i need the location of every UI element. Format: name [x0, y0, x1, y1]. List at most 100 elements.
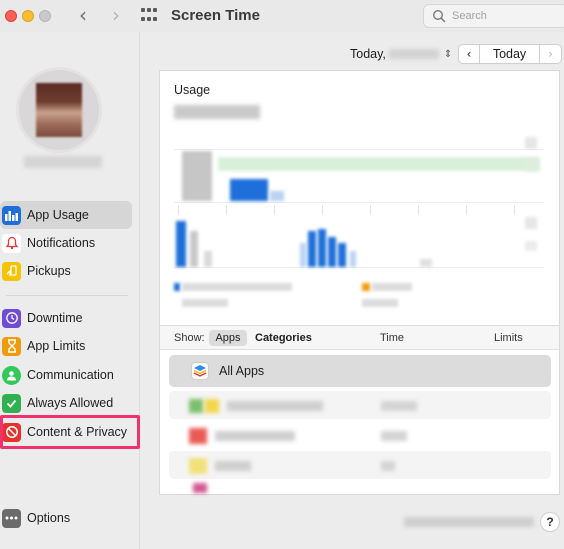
bar-chart-icon	[2, 205, 21, 225]
checkmark-shield-icon	[2, 393, 21, 413]
help-button[interactable]: ?	[540, 512, 560, 532]
zoom-window-button[interactable]	[39, 10, 51, 22]
all-apps-row[interactable]: All Apps	[169, 355, 551, 387]
legend-value-redacted	[182, 299, 228, 307]
search-icon	[432, 9, 446, 23]
user-name-redacted	[24, 156, 102, 168]
legend-value-redacted	[362, 299, 398, 307]
sidebar-item-always-allowed[interactable]: Always Allowed	[0, 389, 132, 417]
sidebar-item-options[interactable]: Options	[0, 504, 132, 532]
app-name-redacted	[215, 461, 251, 471]
sidebar-item-downtime[interactable]: Downtime	[0, 304, 132, 332]
hourly-bar	[300, 243, 306, 267]
app-name-redacted	[227, 401, 323, 411]
sidebar-item-label: Pickups	[27, 264, 71, 278]
app-row[interactable]	[169, 391, 551, 419]
hourly-bar	[190, 231, 198, 267]
show-all-grid-icon[interactable]	[141, 8, 159, 24]
app-icon	[189, 428, 207, 444]
hourly-bar	[176, 221, 186, 267]
sidebar-item-app-limits[interactable]: App Limits	[0, 332, 132, 360]
hourly-bar	[328, 237, 336, 267]
search-input[interactable]	[452, 8, 562, 24]
app-time-redacted	[381, 461, 395, 471]
sidebar-item-app-usage[interactable]: App Usage	[0, 201, 132, 229]
back-button[interactable]: ‹	[72, 5, 94, 27]
sidebar-item-label: Always Allowed	[27, 396, 114, 410]
chart-label-redacted	[525, 159, 537, 171]
chart-gridline	[174, 149, 544, 150]
chart-tick	[322, 205, 323, 215]
chart-tick	[514, 205, 515, 215]
chart-gridline	[174, 267, 544, 268]
chart-gridline	[174, 202, 544, 203]
avatar-photo	[36, 83, 82, 137]
sidebar-item-pickups[interactable]: Pickups	[0, 257, 132, 285]
chart-tick	[178, 205, 179, 215]
time-column-header[interactable]: Time	[380, 332, 404, 344]
previous-day-button[interactable]: ‹	[459, 45, 480, 63]
today-button[interactable]: Today	[480, 45, 540, 63]
daily-average-bar	[218, 157, 540, 171]
chart-tick	[274, 205, 275, 215]
legend-swatch	[362, 283, 370, 291]
tab-apps[interactable]: Apps	[209, 330, 247, 346]
app-name-redacted	[215, 431, 295, 441]
sidebar-item-notifications[interactable]: Notifications	[0, 229, 132, 257]
usage-bar	[230, 179, 268, 201]
sidebar-item-label: Communication	[27, 368, 114, 382]
chart-tick	[226, 205, 227, 215]
app-icon	[193, 483, 207, 493]
app-time-redacted	[381, 431, 407, 441]
title-bar: ‹ › Screen Time	[0, 0, 564, 32]
ellipsis-icon	[2, 508, 21, 528]
avatar[interactable]	[16, 67, 102, 153]
app-icon	[205, 399, 219, 413]
close-window-button[interactable]	[5, 10, 17, 22]
legend-label-redacted	[182, 283, 292, 291]
app-row[interactable]	[169, 421, 551, 449]
window-title: Screen Time	[171, 7, 260, 24]
show-label: Show:	[174, 332, 205, 344]
hourly-bar	[350, 251, 356, 267]
sidebar-item-label: Downtime	[27, 311, 83, 325]
usage-bar	[270, 191, 284, 201]
chart-tick	[370, 205, 371, 215]
person-bubble-icon	[2, 365, 21, 385]
stepper-icon[interactable]: ⇕	[444, 49, 452, 60]
sidebar-item-label: Options	[27, 511, 71, 525]
app-stack-icon	[191, 362, 209, 380]
list-header: Show: Apps Categories Time Limits	[160, 326, 559, 350]
forward-button[interactable]: ›	[105, 5, 127, 27]
sidebar-item-communication[interactable]: Communication	[0, 361, 132, 389]
search-field[interactable]	[423, 4, 564, 28]
pickups-icon	[2, 261, 21, 281]
hourly-bar	[420, 259, 432, 267]
app-row[interactable]	[169, 479, 551, 495]
date-selector[interactable]: Today, ⇕	[350, 44, 452, 64]
all-apps-label: All Apps	[219, 364, 265, 378]
sidebar-item-label: App Limits	[27, 339, 86, 353]
legend-swatch	[174, 283, 180, 291]
chart-tick	[466, 205, 467, 215]
last-updated-redacted	[404, 517, 534, 527]
limits-column-header[interactable]: Limits	[494, 332, 523, 344]
usage-bar	[182, 151, 212, 201]
hourly-bar	[338, 243, 346, 267]
sidebar-divider	[6, 295, 128, 296]
hourly-bar	[204, 251, 212, 267]
chart-label-redacted	[525, 241, 537, 251]
minimize-window-button[interactable]	[22, 10, 34, 22]
app-icon	[189, 458, 207, 474]
hourly-bar	[308, 231, 316, 267]
hourglass-icon	[2, 336, 21, 356]
legend-label-redacted	[372, 283, 412, 291]
next-day-button[interactable]: ›	[540, 45, 561, 63]
chart-label-redacted	[525, 137, 537, 149]
date-navigation: ‹ Today ›	[458, 44, 562, 64]
app-row[interactable]	[169, 451, 551, 479]
hourly-bar	[318, 229, 326, 267]
tab-categories[interactable]: Categories	[255, 332, 312, 344]
sidebar-item-label: Notifications	[27, 236, 96, 250]
app-icon	[189, 399, 203, 413]
